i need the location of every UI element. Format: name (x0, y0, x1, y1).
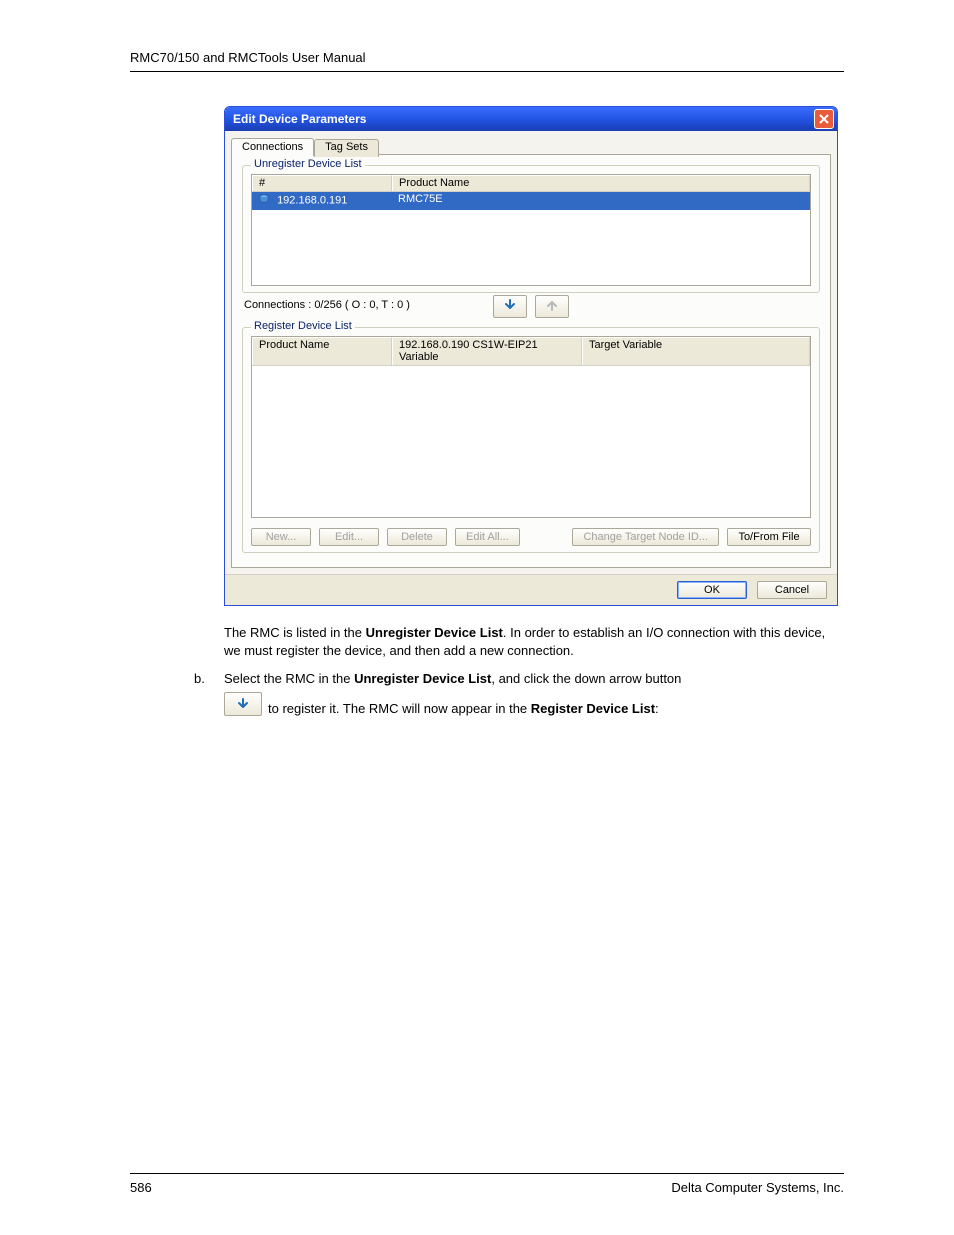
unregister-device-listview[interactable]: # Product Name (251, 174, 811, 286)
register-device-list-group: Register Device List Product Name 192.16… (242, 327, 820, 553)
paragraph: The RMC is listed in the Unregister Devi… (224, 624, 844, 659)
dialog-title: Edit Device Parameters (233, 112, 366, 126)
row-ip: 192.168.0.191 (277, 194, 347, 206)
device-icon (258, 193, 270, 208)
cancel-button[interactable]: Cancel (757, 581, 827, 599)
arrow-down-icon (236, 698, 250, 710)
arrow-up-icon (545, 299, 559, 311)
step-letter: b. (194, 671, 224, 716)
row-product: RMC75E (392, 192, 810, 210)
close-button[interactable] (814, 109, 834, 129)
footer-company: Delta Computer Systems, Inc. (671, 1180, 844, 1195)
col-header-product-name[interactable]: Product Name (392, 175, 810, 191)
unregister-up-button[interactable] (535, 295, 569, 318)
arrow-down-icon (503, 299, 517, 311)
group-legend: Register Device List (251, 320, 355, 332)
to-from-file-button[interactable]: To/From File (727, 528, 811, 546)
col-header-cs1w-variable[interactable]: 192.168.0.190 CS1W-EIP21 Variable (392, 337, 582, 365)
paragraph: Select the RMC in the Unregister Device … (224, 671, 844, 686)
list-item[interactable]: 192.168.0.191 RMC75E (252, 192, 810, 210)
edit-button[interactable]: Edit... (319, 528, 379, 546)
tab-connections[interactable]: Connections (231, 138, 314, 156)
down-arrow-button-inline (224, 692, 262, 716)
close-icon (819, 114, 829, 124)
col-header-hash[interactable]: # (252, 175, 392, 191)
page-number: 586 (130, 1180, 152, 1195)
change-target-node-id-button[interactable]: Change Target Node ID... (572, 528, 719, 546)
register-down-button[interactable] (493, 295, 527, 318)
group-legend: Unregister Device List (251, 158, 365, 170)
ok-button[interactable]: OK (677, 581, 747, 599)
col-header-product-name[interactable]: Product Name (252, 337, 392, 365)
paragraph: to register it. The RMC will now appear … (268, 701, 659, 716)
titlebar[interactable]: Edit Device Parameters (225, 107, 837, 131)
tab-tag-sets[interactable]: Tag Sets (314, 139, 379, 157)
edit-all-button[interactable]: Edit All... (455, 528, 520, 546)
register-device-listview[interactable]: Product Name 192.168.0.190 CS1W-EIP21 Va… (251, 336, 811, 518)
new-button[interactable]: New... (251, 528, 311, 546)
delete-button[interactable]: Delete (387, 528, 447, 546)
page-header: RMC70/150 and RMCTools User Manual (130, 50, 844, 72)
edit-device-parameters-dialog: Edit Device Parameters Connections Tag S… (224, 106, 838, 606)
col-header-target-variable[interactable]: Target Variable (582, 337, 810, 365)
unregister-device-list-group: Unregister Device List # Product Name (242, 165, 820, 293)
